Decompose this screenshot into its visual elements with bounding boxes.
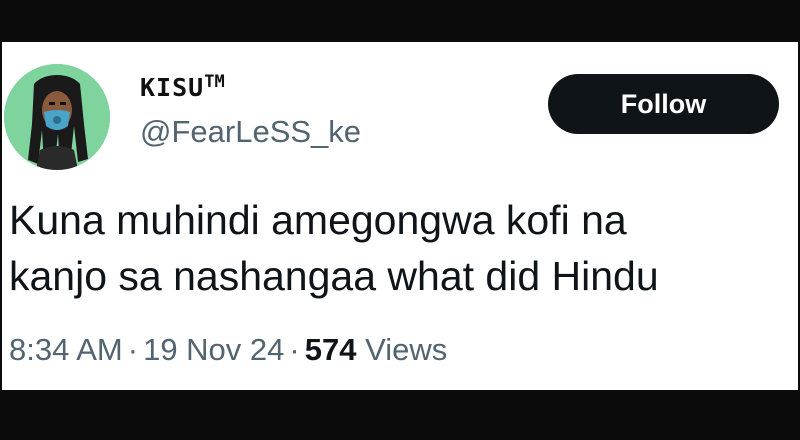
user-handle[interactable]: @FearLeSS_ke	[140, 114, 361, 150]
follow-button[interactable]: Follow	[548, 74, 779, 134]
tweet-date[interactable]: 19 Nov 24	[143, 332, 284, 367]
meta-separator: ·	[127, 332, 139, 367]
tweet-text-line: Kuna muhindi amegongwa kofi na	[9, 197, 627, 243]
screenshot-frame: KISUTM @FearLeSS_ke Follow Kuna muhindi …	[0, 0, 800, 440]
tweet-time[interactable]: 8:34 AM	[9, 332, 123, 367]
tweet-meta: 8:34 AM · 19 Nov 24 · 574 Views	[9, 332, 447, 368]
tweet-text: Kuna muhindi amegongwa kofi na kanjo sa …	[9, 192, 789, 304]
trademark-mark: TM	[204, 72, 225, 92]
display-name-text: KISU	[140, 73, 205, 102]
avatar[interactable]	[4, 64, 110, 170]
meta-separator: ·	[289, 332, 300, 367]
views-count: 574	[304, 332, 357, 367]
tweet-text-line: kanjo sa nashangaa what did Hindu	[9, 253, 659, 299]
display-name[interactable]: KISUTM	[140, 72, 225, 102]
views-label: Views	[365, 332, 448, 367]
tweet-card: KISUTM @FearLeSS_ke Follow Kuna muhindi …	[2, 42, 798, 390]
profile-avatar-icon	[4, 64, 110, 170]
